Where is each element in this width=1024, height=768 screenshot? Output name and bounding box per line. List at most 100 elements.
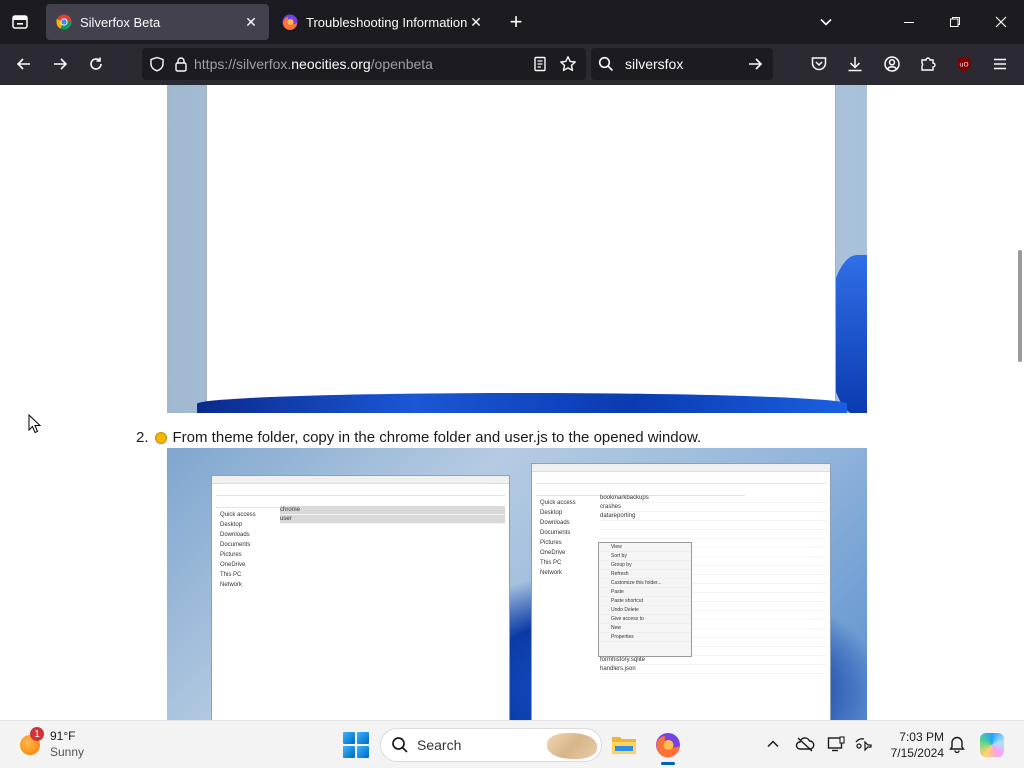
search-input[interactable] [625,56,735,72]
bell-icon [949,736,965,753]
url-bar[interactable]: https://silverfox.neocities.org/openbeta [142,48,586,80]
application-menu-button[interactable] [986,50,1014,78]
chevron-down-icon [820,18,832,26]
tab-bar: Silverfox Beta ✕ Troubleshooting Informa… [0,0,1024,44]
active-app-indicator [661,762,675,765]
step-text: From theme folder, copy in the chrome fo… [172,429,702,446]
lock-icon[interactable] [172,48,190,80]
explorer-sidebar: Quick access Desktop Downloads Documents… [540,500,576,576]
taskbar-file-explorer[interactable] [606,727,642,763]
screenshot-image-step-2: Quick access Desktop Downloads Documents… [167,448,867,720]
network-volume-icon [855,738,872,752]
restore-icon [950,17,960,27]
weather-temperature: 91°F [50,729,76,743]
step-number: 2. [136,429,149,446]
restore-button[interactable] [932,6,978,38]
back-button[interactable] [10,50,38,78]
taskbar-search-box[interactable]: Search [380,728,602,762]
forward-button[interactable] [46,50,74,78]
hamburger-menu-icon [994,58,1006,70]
explorer-file-list: chrome user [280,506,505,524]
explorer-sidebar: Quick access Desktop Downloads Documents… [220,512,256,588]
start-button[interactable] [343,732,369,758]
clock-date: 7/15/2024 [890,746,944,760]
close-window-button[interactable] [978,6,1024,38]
onedrive-tray-button[interactable] [794,733,816,755]
downloads-button[interactable] [841,50,869,78]
arrow-right-icon [749,58,763,70]
windows-logo-icon [343,732,355,744]
screenshot-image-step-1 [167,85,867,413]
pocket-button[interactable] [805,50,833,78]
reload-button[interactable] [82,50,110,78]
forward-arrow-icon [54,58,68,70]
search-bar[interactable] [591,48,773,80]
weather-widget[interactable]: 1 91°F Sunny [14,727,104,763]
list-item: formhistory.sqlite [600,656,826,665]
tab-title: Troubleshooting Information [306,14,468,30]
list-item: bookmarkbackups [600,494,826,503]
display-tray-button[interactable] [825,733,847,755]
tab-troubleshooting-information[interactable]: Troubleshooting Information ✕ [272,4,494,40]
minimize-icon [904,22,914,23]
wallpaper-wave [197,393,847,413]
chrome-favicon-icon [56,14,72,30]
blank-window-area [206,85,836,402]
show-hidden-icons-button[interactable] [762,733,784,755]
explorer-context-menu: View Sort by Group by Refresh Customize … [598,542,692,657]
ublock-origin-icon: uO [957,56,971,72]
search-icon [392,737,408,753]
clock-time: 7:03 PM [899,730,944,744]
search-icon [591,56,621,72]
minimize-button[interactable] [886,6,932,38]
explorer-window-profile: Quick access Desktop Downloads Documents… [531,463,831,720]
chevron-up-icon [767,740,779,748]
copilot-icon[interactable] [980,733,1004,757]
url-prefix: https://silverfox. [194,56,292,72]
taskbar-firefox[interactable] [650,727,686,765]
firefox-icon [656,733,680,758]
firefox-view-button[interactable] [6,8,34,36]
explorer-window-theme: Quick access Desktop Downloads Documents… [211,475,510,720]
list-item: chrome [280,506,505,515]
plus-icon: + [509,9,523,34]
account-button[interactable] [878,50,906,78]
cloud-offline-icon [795,737,815,752]
list-item [600,521,826,530]
account-icon [884,56,900,72]
close-tab-icon[interactable]: ✕ [468,14,484,30]
back-arrow-icon [16,58,30,70]
tab-silverfox-beta[interactable]: Silverfox Beta ✕ [46,4,269,40]
list-item: handlers.json [600,665,826,674]
navigation-toolbar: https://silverfox.neocities.org/openbeta [0,44,1024,85]
url-host: neocities.org [291,56,371,72]
monitor-icon [827,736,845,752]
ublock-origin-button[interactable]: uO [950,50,978,78]
puzzle-piece-icon [921,57,936,71]
firefox-favicon-icon [282,14,298,30]
taskbar-clock[interactable]: 7:03 PM 7/15/2024 [872,729,944,761]
notification-badge: 1 [30,727,44,741]
tab-title: Silverfox Beta [80,14,161,30]
extensions-button[interactable] [914,50,942,78]
network-volume-tray-button[interactable] [852,733,874,755]
reader-view-icon[interactable] [526,48,554,80]
close-tab-icon[interactable]: ✕ [243,14,259,30]
tracking-protection-shield-icon[interactable] [142,48,172,80]
list-item: user [280,515,505,524]
firefox-view-icon [12,15,28,29]
download-icon [848,57,862,72]
page-content: 2. From theme folder, copy in the chrome… [0,85,1024,720]
url-text[interactable]: https://silverfox.neocities.org/openbeta [194,56,433,72]
list-item: datareporting [600,512,826,521]
new-tab-button[interactable]: + [502,8,530,36]
search-go-button[interactable] [741,50,769,78]
list-all-tabs-button[interactable] [812,8,840,36]
bookmark-star-icon[interactable] [554,48,582,80]
search-highlight-image [547,733,597,759]
notifications-button[interactable] [946,733,968,755]
page-scrollbar-thumb[interactable] [1018,250,1022,362]
smile-emoji-icon [154,431,167,444]
pocket-icon [811,57,827,71]
list-item [600,530,826,539]
